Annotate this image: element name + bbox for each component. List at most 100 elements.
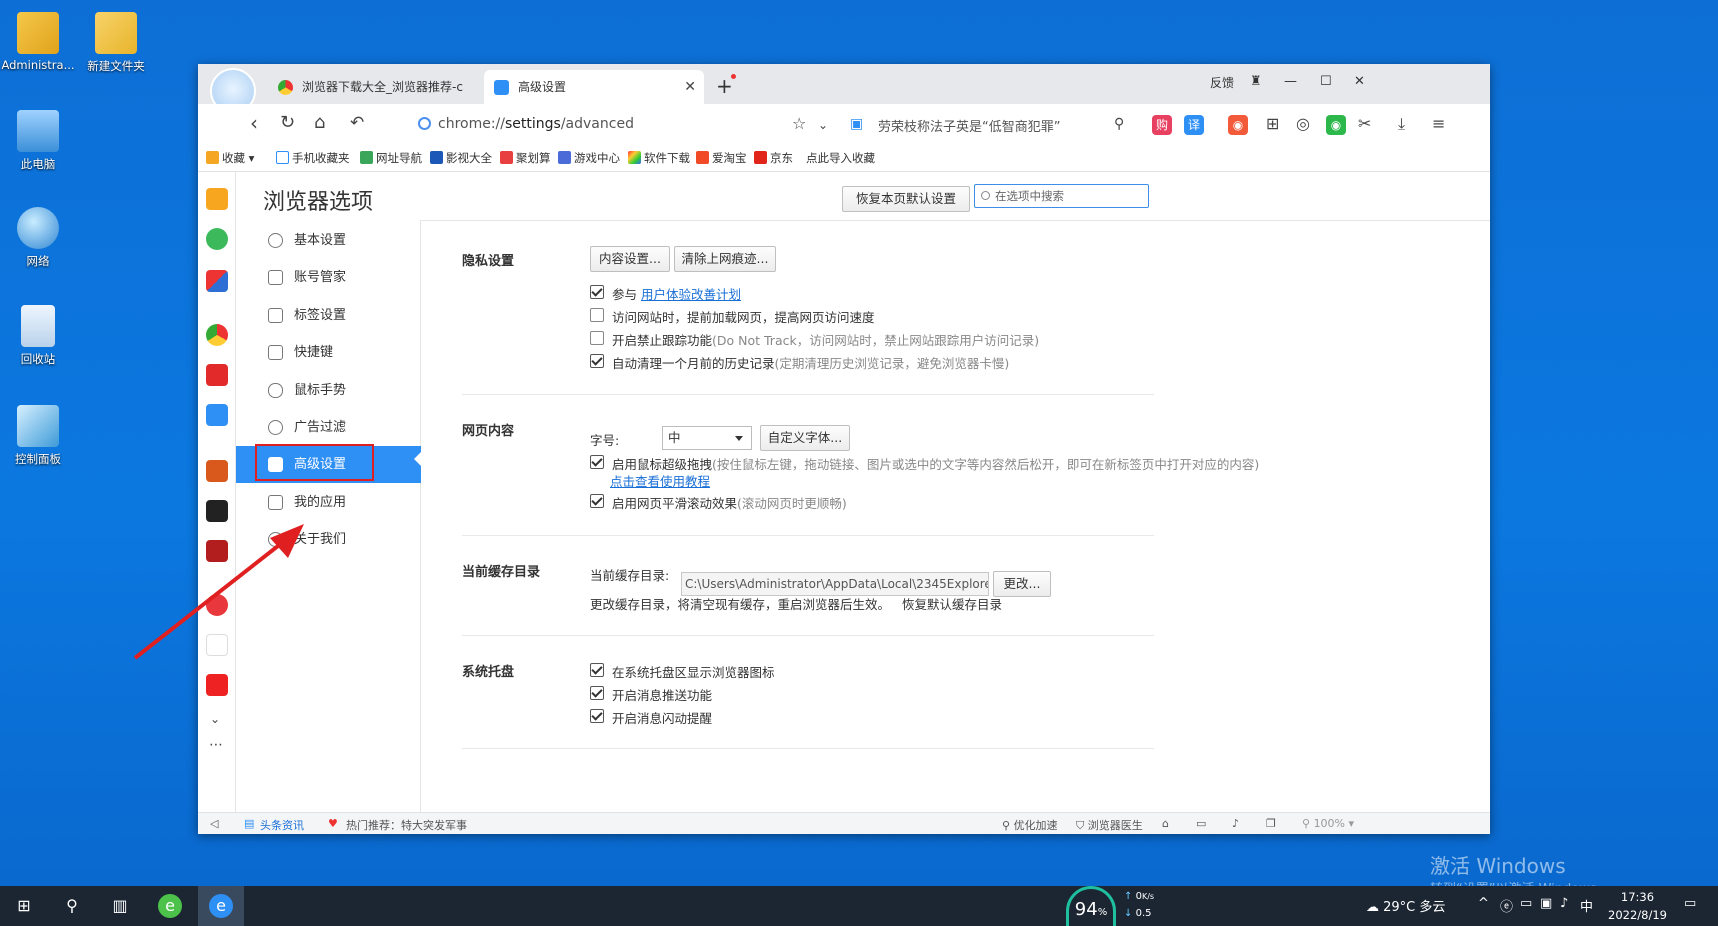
- nav-gestures[interactable]: 鼠标手势: [236, 372, 421, 409]
- checkbox-dnt[interactable]: 开启禁止跟踪功能(Do Not Track，访问网站时，禁止网站跟踪用户访问记录…: [590, 330, 1039, 349]
- desktop-icon-control-panel[interactable]: 控制面板: [0, 405, 76, 467]
- checkbox-tray-icon[interactable]: 在系统托盘区显示浏览器图标: [590, 662, 775, 681]
- task-view-icon[interactable]: ▥: [108, 894, 132, 918]
- page-info-icon[interactable]: [418, 117, 431, 130]
- desktop-icon-network[interactable]: 网络: [0, 207, 76, 269]
- optimize-button[interactable]: ⚲ 优化加速: [1002, 817, 1058, 833]
- bookmark-games[interactable]: 游戏中心: [558, 150, 620, 166]
- notification-icon[interactable]: ▭: [1684, 896, 1696, 911]
- search-icon[interactable]: ⚲: [1114, 113, 1124, 135]
- bookmark-mobile[interactable]: 手机收藏夹: [276, 150, 350, 166]
- back-icon[interactable]: ‹: [250, 112, 258, 134]
- network-icon[interactable]: ▣: [1540, 896, 1552, 911]
- desktop-icon-administrator[interactable]: Administra...: [0, 12, 76, 72]
- game-icon[interactable]: ◉: [1228, 115, 1248, 135]
- tiger-icon[interactable]: [206, 674, 228, 696]
- checkbox-push[interactable]: 开启消息推送功能: [590, 685, 712, 704]
- display-icon[interactable]: ▭: [1520, 896, 1532, 911]
- home-icon[interactable]: ⌂: [314, 112, 325, 134]
- new-tab-button[interactable]: +: [716, 74, 733, 98]
- camera-icon[interactable]: ▭: [1196, 817, 1206, 830]
- nav-tabs[interactable]: 标签设置: [236, 297, 421, 334]
- checkbox[interactable]: [590, 709, 604, 723]
- address-bar[interactable]: chrome://settings/advanced: [438, 116, 634, 132]
- tab-advanced-settings[interactable]: 高级设置 ✕: [484, 70, 704, 104]
- checkbox-auto-clean[interactable]: 自动清理一个月前的历史记录(定期清理历史浏览记录，避免浏览器卡慢): [590, 353, 1009, 372]
- cache-path-field[interactable]: C:\Users\Administrator\AppData\Local\234…: [681, 572, 989, 596]
- nike-icon[interactable]: [206, 634, 228, 656]
- tutorial-link[interactable]: 点击查看使用教程: [610, 474, 710, 489]
- favorites-star-icon[interactable]: [206, 188, 228, 210]
- font-size-select[interactable]: 中: [662, 426, 752, 450]
- ime-indicator[interactable]: 中: [1580, 896, 1593, 915]
- dragon-icon[interactable]: [206, 500, 228, 522]
- scissors-icon[interactable]: ✂: [1358, 113, 1371, 135]
- checkbox[interactable]: [590, 331, 604, 345]
- desktop-icon-this-pc[interactable]: 此电脑: [0, 110, 76, 172]
- checkbox-smooth-scroll[interactable]: 启用网页平滑滚动效果(滚动网页时更顺畅): [590, 493, 847, 512]
- checkbox[interactable]: [590, 663, 604, 677]
- bookmark-juhuasuan[interactable]: 聚划算: [500, 150, 551, 166]
- search-icon[interactable]: ⚲: [60, 894, 84, 918]
- desktop-icon-recycle-bin[interactable]: 回收站: [0, 305, 76, 367]
- checkbox-preload[interactable]: 访问网站时，提前加载网页，提高网页访问速度: [590, 307, 875, 326]
- maximize-button[interactable]: ☐: [1320, 74, 1332, 89]
- clear-history-button[interactable]: 清除上网痕迹...: [674, 246, 776, 272]
- windows-start-icon[interactable]: ⊞: [12, 894, 36, 918]
- nav-account[interactable]: 账号管家: [236, 259, 421, 296]
- game-avatar-icon[interactable]: [206, 460, 228, 482]
- shop-icon[interactable]: 购: [1152, 115, 1172, 135]
- chevron-down-icon[interactable]: ⌄: [210, 708, 220, 730]
- desktop-icon-new-folder[interactable]: 新建文件夹: [78, 12, 154, 74]
- headline-news-link[interactable]: 头条资讯: [260, 817, 304, 833]
- nav-adblock[interactable]: 广告过滤: [236, 409, 421, 446]
- content-settings-button[interactable]: 内容设置...: [590, 246, 670, 272]
- chevron-up-icon[interactable]: ^: [1478, 896, 1489, 911]
- checkbox[interactable]: [590, 455, 604, 469]
- nav-about[interactable]: 关于我们: [236, 521, 421, 558]
- menu-icon[interactable]: ≡: [1432, 113, 1445, 135]
- skin-icon[interactable]: ♜: [1250, 74, 1262, 89]
- dongfang-icon[interactable]: [206, 364, 228, 386]
- clock[interactable]: 17:36 2022/8/19: [1608, 888, 1667, 924]
- ux-plan-link[interactable]: 用户体验改善计划: [641, 287, 741, 302]
- custom-font-button[interactable]: 自定义字体...: [760, 425, 850, 451]
- download-icon[interactable]: ⤓: [1398, 113, 1405, 135]
- calculator-icon[interactable]: [206, 404, 228, 426]
- feedback-button[interactable]: 反馈: [1210, 74, 1234, 91]
- bookmark-software[interactable]: 软件下载: [628, 150, 690, 166]
- shop-icon[interactable]: ⌂: [1162, 817, 1169, 830]
- checkbox-flash[interactable]: 开启消息闪动提醒: [590, 708, 712, 727]
- checkbox[interactable]: [590, 285, 604, 299]
- doctor-button[interactable]: ⛉ 浏览器医生: [1076, 817, 1143, 833]
- clock-icon[interactable]: [206, 228, 228, 250]
- more-icon[interactable]: ⋯: [209, 734, 223, 756]
- checkbox[interactable]: [590, 686, 604, 700]
- bookmark-nav[interactable]: 网址导航: [360, 150, 422, 166]
- close-icon[interactable]: ✕: [684, 70, 696, 104]
- chevron-down-icon[interactable]: ⌄: [818, 114, 828, 136]
- close-window-button[interactable]: ✕: [1354, 74, 1365, 89]
- bookmark-aitaobao[interactable]: 爱淘宝: [696, 150, 747, 166]
- search-input[interactable]: 在选项中搜索: [974, 184, 1149, 208]
- pdf-word-icon[interactable]: [206, 270, 228, 292]
- eye-icon[interactable]: ◉: [1326, 115, 1346, 135]
- weather-widget[interactable]: ☁ 29°C 多云: [1366, 896, 1445, 915]
- browser-blue-icon[interactable]: e: [198, 886, 244, 926]
- chrome-icon[interactable]: [206, 324, 228, 346]
- undo-icon[interactable]: ↶: [350, 112, 364, 134]
- nav-my-apps[interactable]: 我的应用: [236, 484, 421, 521]
- battery-gauge[interactable]: 94%: [1066, 886, 1116, 926]
- game-logo-icon[interactable]: [206, 540, 228, 562]
- checkbox[interactable]: [590, 494, 604, 508]
- refresh-icon[interactable]: ↻: [280, 112, 295, 134]
- bookmark-favorites[interactable]: 收藏 ▾: [206, 150, 254, 166]
- checkbox[interactable]: [590, 308, 604, 322]
- volume-icon[interactable]: ♪: [1560, 896, 1568, 911]
- checkbox-ux-plan[interactable]: 参与 用户体验改善计划: [590, 284, 741, 303]
- hot-recommend[interactable]: 热门推荐：特大突发军事: [346, 817, 467, 833]
- star-icon[interactable]: ☆: [792, 113, 806, 135]
- zoom-level[interactable]: ⚲ 100% ▾: [1302, 817, 1354, 830]
- tab-browser-download[interactable]: 浏览器下载大全_浏览器推荐-c: [268, 70, 480, 104]
- gift-icon[interactable]: [206, 594, 228, 616]
